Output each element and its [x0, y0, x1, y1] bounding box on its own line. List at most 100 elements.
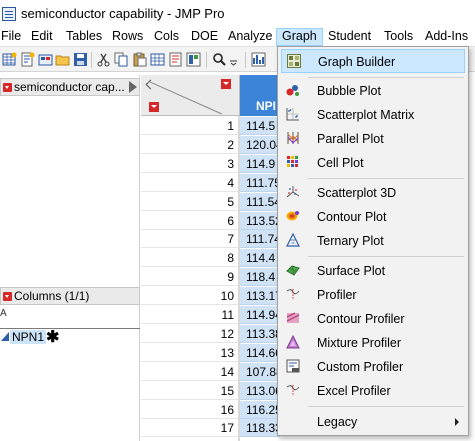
disclosure-icon[interactable] — [3, 83, 12, 92]
data-cell[interactable]: 111.74 — [240, 230, 280, 248]
layout-icon[interactable] — [186, 52, 201, 67]
columns-red-triangle-icon[interactable] — [221, 79, 231, 89]
cut-icon[interactable] — [96, 52, 111, 67]
data-cell[interactable]: 113.52 — [240, 212, 280, 230]
expand-arrow-icon[interactable] — [129, 81, 137, 93]
row-number[interactable]: 1 — [141, 117, 238, 135]
column-property-asterisk[interactable]: ✱ — [46, 327, 59, 347]
column-filter-icon[interactable]: A — [0, 308, 7, 319]
menu-item-ternary-plot[interactable]: Ternary Plot — [281, 229, 465, 253]
data-cell[interactable]: 120.04 — [240, 136, 280, 154]
menu-file[interactable]: File — [0, 28, 26, 46]
row-number[interactable]: 16 — [141, 401, 238, 419]
data-cell[interactable]: 114.5 — [240, 117, 280, 135]
data-cell[interactable]: 114.4 — [240, 249, 280, 267]
row-number[interactable]: 15 — [141, 382, 238, 400]
data-cell[interactable]: 118.4 — [240, 268, 280, 286]
data-cell[interactable]: 114.94 — [240, 306, 280, 324]
menu-graph[interactable]: Graph — [276, 28, 323, 46]
data-cell[interactable]: 107.88 — [240, 363, 280, 381]
menu-item-cell-plot[interactable]: Cell Plot — [281, 151, 465, 175]
menu-cols[interactable]: Cols — [149, 28, 184, 46]
row-number[interactable]: 10 — [141, 287, 238, 305]
disclosure-icon[interactable] — [3, 292, 12, 301]
row-number[interactable]: 4 — [141, 174, 238, 192]
table-panel-header[interactable]: semiconductor cap... — [0, 78, 140, 96]
menu-rows[interactable]: Rows — [107, 28, 148, 46]
scatterplot-3d-icon — [286, 186, 300, 198]
menu-item-label: Cell Plot — [317, 156, 364, 170]
new-script-icon[interactable] — [20, 52, 35, 67]
toolbar-overflow-icon[interactable] — [229, 52, 239, 67]
menu-student[interactable]: Student — [323, 28, 376, 46]
row-number[interactable]: 13 — [141, 344, 238, 362]
data-cell[interactable]: 116.25 — [240, 401, 280, 419]
menu-item-contour-profiler[interactable]: Contour Profiler — [281, 307, 465, 331]
data-cell[interactable]: 113.17 — [240, 287, 280, 305]
mixture-profiler-icon — [286, 335, 300, 349]
data-cell[interactable]: 111.75 — [240, 174, 280, 192]
menu-doe[interactable]: DOE — [186, 28, 223, 46]
cell-plot-icon — [287, 156, 298, 167]
open-folder-icon[interactable] — [55, 52, 70, 67]
columns-panel-header[interactable]: Columns (1/1) — [0, 287, 140, 305]
new-project-icon[interactable] — [38, 52, 53, 67]
continuous-modeling-icon — [1, 332, 9, 341]
menu-separator — [308, 256, 464, 257]
menu-item-excel-profiler[interactable]: Excel Profiler — [281, 379, 465, 403]
menu-item-custom-profiler[interactable]: Custom Profiler — [281, 355, 465, 379]
menu-item-legacy[interactable]: Legacy — [281, 410, 465, 434]
menu-item-label: Legacy — [317, 415, 358, 429]
grid-corner[interactable] — [141, 75, 240, 116]
menu-item-scatterplot-3d[interactable]: Scatterplot 3D — [281, 181, 465, 205]
data-cell[interactable]: 114.66 — [240, 344, 280, 362]
data-grid-icon[interactable] — [150, 52, 165, 67]
menu-analyze[interactable]: Analyze — [223, 28, 277, 46]
menu-tools[interactable]: Tools — [379, 28, 418, 46]
row-number[interactable]: 14 — [141, 363, 238, 381]
menu-item-profiler[interactable]: Profiler — [281, 283, 465, 307]
menu-separator — [308, 77, 464, 78]
save-icon[interactable] — [73, 52, 88, 67]
row-number[interactable]: 3 — [141, 155, 238, 173]
new-table-icon[interactable] — [2, 52, 17, 67]
data-cell[interactable]: 118.33 — [240, 419, 280, 437]
toolbar-separator — [91, 52, 92, 68]
menu-item-label: Parallel Plot — [317, 132, 384, 146]
column-name[interactable]: NPN1 — [10, 330, 47, 344]
row-number[interactable]: 12 — [141, 325, 238, 343]
row-number[interactable]: 8 — [141, 249, 238, 267]
row-number[interactable]: 9 — [141, 268, 238, 286]
menu-item-mixture-profiler[interactable]: Mixture Profiler — [281, 331, 465, 355]
data-cell[interactable]: 111.54 — [240, 193, 280, 211]
menu-item-label: Surface Plot — [317, 264, 386, 278]
journal-icon[interactable] — [168, 52, 183, 67]
menu-add-ins[interactable]: Add-Ins — [420, 28, 473, 46]
menu-edit[interactable]: Edit — [26, 28, 58, 46]
row-number[interactable]: 6 — [141, 212, 238, 230]
menu-item-contour-plot[interactable]: Contour Plot — [281, 205, 465, 229]
menu-item-bubble-plot[interactable]: Bubble Plot — [281, 79, 465, 103]
graph-toolbar-icon[interactable] — [251, 52, 266, 67]
menu-item-scatterplot-matrix[interactable]: Scatterplot Matrix — [281, 103, 465, 127]
data-cell[interactable]: 113.06 — [240, 382, 280, 400]
menu-item-label: Excel Profiler — [317, 384, 391, 398]
copy-icon[interactable] — [114, 52, 129, 67]
contour-profiler-icon — [286, 312, 300, 323]
data-cell[interactable]: 114.9 — [240, 155, 280, 173]
paste-icon[interactable] — [132, 52, 147, 67]
menu-tables[interactable]: Tables — [61, 28, 107, 46]
row-number[interactable]: 17 — [141, 419, 238, 437]
row-number[interactable]: 2 — [141, 136, 238, 154]
rows-red-triangle-icon[interactable] — [149, 102, 159, 112]
search-icon[interactable] — [212, 52, 227, 67]
column-list-item[interactable]: NPN1 ✱ — [0, 327, 140, 347]
data-cell[interactable]: 113.38 — [240, 325, 280, 343]
row-number[interactable]: 7 — [141, 230, 238, 248]
row-number[interactable]: 11 — [141, 306, 238, 324]
menu-item-parallel-plot[interactable]: Parallel Plot — [281, 127, 465, 151]
row-number[interactable]: 5 — [141, 193, 238, 211]
column-header-npn1[interactable]: NPI — [240, 75, 280, 116]
menu-item-graph-builder[interactable]: Graph Builder — [281, 49, 465, 73]
menu-item-surface-plot[interactable]: Surface Plot — [281, 259, 465, 283]
